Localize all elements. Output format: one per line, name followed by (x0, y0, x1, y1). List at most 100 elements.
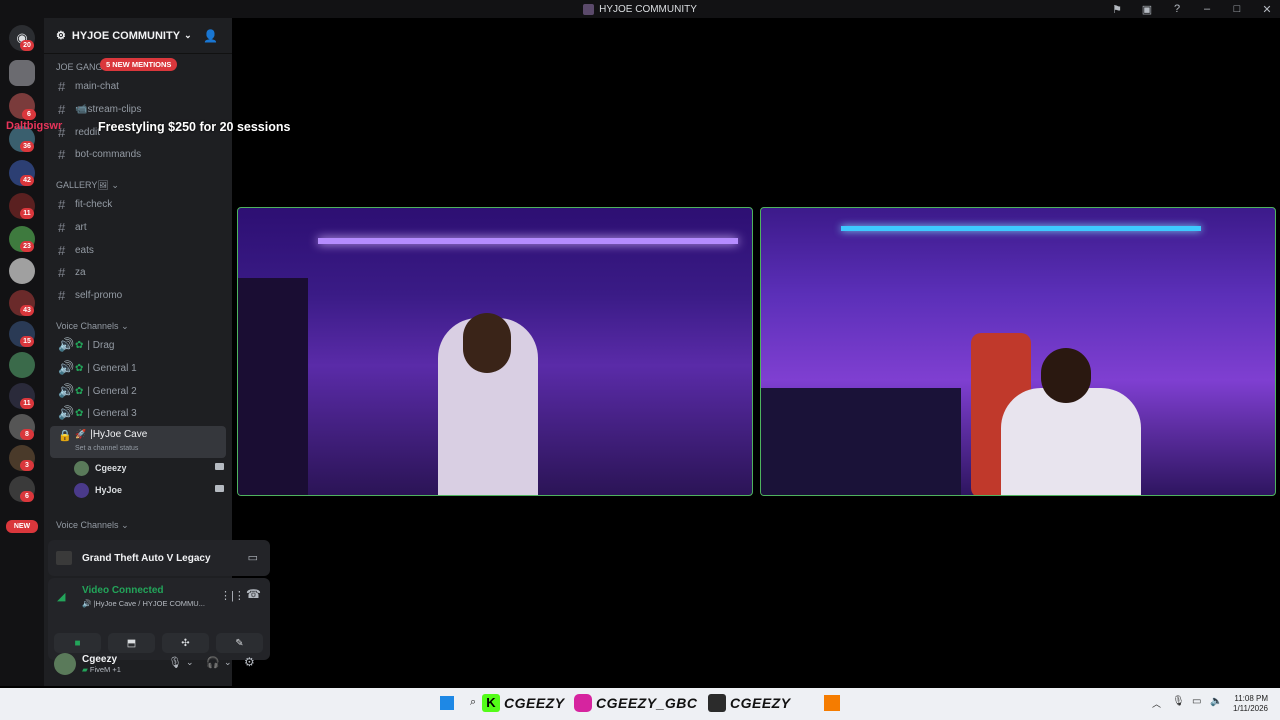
voice-channel-general-3[interactable]: 🔊 ✿ | General 3 (50, 403, 226, 423)
connection-status[interactable]: Video Connected (82, 585, 164, 596)
channel-label: main-chat (75, 80, 119, 92)
voice-channel-hyjoe-cave[interactable]: 🔒 🚀 |HyJoe Cave Set a channel status (50, 426, 226, 458)
channel-label: | Drag (87, 339, 115, 351)
channel-art[interactable]: # art (50, 217, 226, 237)
maximize-button[interactable]: □ (1230, 3, 1244, 15)
new-mentions-pill[interactable]: 5 NEW MENTIONS (100, 58, 178, 71)
invite-people-icon[interactable]: 👤 (203, 29, 218, 43)
channel-bot-commands[interactable]: # bot-commands (50, 144, 226, 164)
volume-icon[interactable]: 🔈 (1210, 696, 1222, 707)
chevron-down-icon: ⌄ (121, 520, 129, 530)
video-tile-cgeezy[interactable] (760, 207, 1276, 496)
minimize-button[interactable]: – (1200, 3, 1214, 15)
connection-channel[interactable]: 🔊 |HyJoe Cave / HYJOE COMMU... (82, 599, 205, 608)
hash-icon: # (58, 101, 66, 117)
inbox-icon[interactable]: ▣ (1140, 3, 1154, 16)
window-title: HYJOE COMMUNITY (599, 3, 697, 15)
voice-channel-general-2[interactable]: 🔊 ✿ | General 2 (50, 381, 226, 401)
channel-label: art (75, 221, 87, 233)
category-voice-channels-2[interactable]: Voice Channels ⌄ (56, 520, 129, 531)
avatar (74, 482, 89, 498)
help-icon[interactable]: ? (1170, 3, 1184, 15)
channel-fit-check[interactable]: # fit-check (50, 194, 226, 214)
camera-icon (215, 463, 224, 470)
channel-main-chat[interactable]: # main-chat (50, 76, 226, 96)
activity-game-name: Grand Theft Auto V Legacy (82, 552, 211, 564)
server-icon[interactable] (9, 352, 35, 378)
display-icon[interactable]: ▭ (1192, 696, 1201, 707)
server-badge: 15 (20, 336, 34, 347)
channel-za[interactable]: # za (50, 262, 226, 282)
voice-channel-drag[interactable]: 🔊 ✿ | Drag (50, 335, 226, 355)
voice-user-name: Cgeezy (95, 463, 127, 473)
category-joe-gang[interactable]: JOE GANG (56, 62, 103, 72)
headphones-icon[interactable]: 🎧 (206, 656, 220, 669)
overlay-username: Daltbigswr (6, 120, 63, 132)
home-badge: 20 (20, 40, 34, 51)
category-label: Voice Channels (56, 520, 119, 530)
server-name: HYJOE COMMUNITY (71, 29, 181, 42)
noise-suppression-icon[interactable]: ⋮|⋮ (220, 589, 245, 602)
signal-strength-icon[interactable]: ◢ (57, 590, 65, 603)
avatar[interactable] (54, 653, 76, 675)
app-icon[interactable] (824, 695, 840, 711)
lock-icon: 🔒 (58, 430, 72, 442)
voice-user-name: HyJoe (95, 485, 123, 495)
channel-status-hint[interactable]: Set a channel status (75, 445, 138, 452)
chevron-down-icon: ⌄ (111, 180, 119, 190)
user-panel: Cgeezy ▰ FiveM +1 🎙 ⌄ 🎧 ⌄ ⚙ (48, 646, 270, 682)
server-icon[interactable] (9, 258, 35, 284)
hash-icon: # (58, 242, 66, 258)
category-voice-channels[interactable]: Voice Channels ⌄ (56, 321, 129, 332)
voice-user-hyjoe[interactable]: HyJoe (74, 481, 224, 499)
chevron-down-icon[interactable]: ⌄ (224, 657, 232, 668)
disconnect-icon[interactable]: ☎ (246, 587, 261, 601)
chevron-down-icon: ⌄ (121, 321, 129, 331)
video-tile-hyjoe[interactable] (237, 207, 753, 496)
channel-self-promo[interactable]: # self-promo (50, 285, 226, 305)
overlay-message: Freestyling $250 for 20 sessions (98, 120, 291, 134)
led-strip-light (318, 238, 738, 244)
speaker-icon: 🔊 (58, 360, 75, 375)
channel-label: 📹stream-clips (75, 103, 142, 115)
activity-expand-icon[interactable]: ▭ (248, 551, 258, 564)
twitch-logo-icon (708, 694, 726, 712)
windows-start-icon[interactable] (440, 696, 454, 710)
led-strip-light (841, 226, 1201, 231)
category-label: Voice Channels (56, 321, 119, 331)
inbox-flag-icon[interactable]: ⚑ (1110, 3, 1124, 16)
channel-label: fit-check (75, 198, 113, 210)
taskbar-clock[interactable]: 11:08 PM 1/11/2026 (1233, 694, 1268, 714)
server-badge: 23 (20, 241, 34, 252)
search-icon[interactable]: ⌕ (470, 696, 476, 709)
chevron-up-icon[interactable]: ︿ (1152, 697, 1161, 710)
room-furniture (238, 278, 308, 495)
server-emblem-icon: ⚙ (56, 30, 66, 42)
channel-stream-clips[interactable]: # 📹stream-clips (50, 99, 226, 119)
window-title-group: HYJOE COMMUNITY (583, 3, 697, 15)
kick-handle: CGEEZY (504, 695, 565, 711)
settings-gear-icon[interactable]: ⚙ (244, 655, 255, 669)
voice-user-cgeezy[interactable]: Cgeezy (74, 459, 224, 477)
voice-channel-general-1[interactable]: 🔊 ✿ | General 1 (50, 358, 226, 378)
server-icon[interactable] (9, 60, 35, 86)
server-logo-icon (583, 3, 595, 15)
hash-icon: # (58, 287, 66, 303)
chevron-down-icon[interactable]: ⌄ (186, 657, 194, 668)
close-button[interactable]: ✕ (1260, 3, 1274, 16)
channel-label: eats (75, 244, 94, 256)
user-info[interactable]: Cgeezy ▰ FiveM +1 (82, 654, 121, 674)
instagram-logo-icon (574, 694, 592, 712)
activity-panel[interactable]: Grand Theft Auto V Legacy ▭ (48, 540, 270, 576)
microphone-icon[interactable]: 🎙 (1172, 696, 1185, 707)
server-header[interactable]: ⚙ HYJOE COMMUNITY ⌄ 👤 (44, 18, 232, 54)
channel-emoji-icon: 🚀 (75, 429, 87, 439)
voice-emoji-icon: ✿ (75, 385, 84, 397)
channel-eats[interactable]: # eats (50, 240, 226, 260)
voice-emoji-icon: ✿ (75, 362, 84, 374)
category-gallery[interactable]: GALLERY🖼 ⌄ (56, 180, 119, 191)
microphone-icon[interactable]: 🎙 (168, 656, 182, 669)
game-icon: ▰ (82, 665, 88, 674)
hash-icon: # (58, 219, 66, 235)
speaker-icon: 🔊 (58, 383, 75, 398)
